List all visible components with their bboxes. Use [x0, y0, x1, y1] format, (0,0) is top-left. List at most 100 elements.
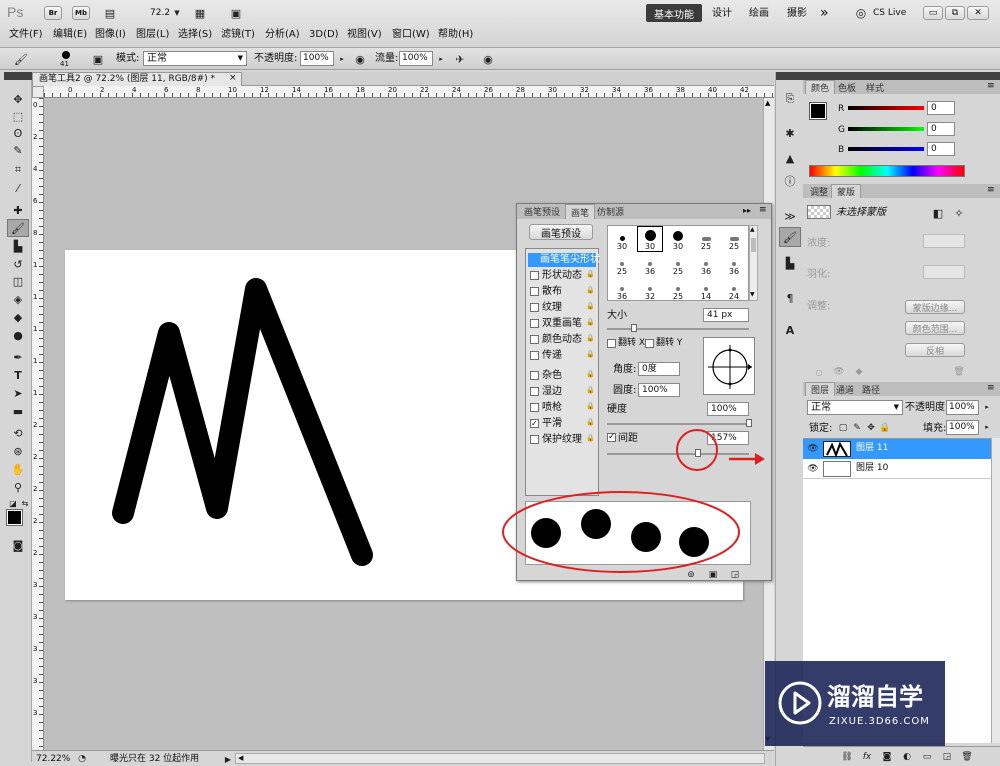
flip-x-checkbox[interactable]: [607, 339, 616, 348]
color-spectrum-bar[interactable]: [809, 165, 965, 177]
density-input[interactable]: [923, 234, 965, 248]
brush-panel-toggle-icon[interactable]: ▣: [90, 51, 106, 67]
brush-option-checkbox[interactable]: [530, 271, 539, 280]
hardness-input[interactable]: 100%: [707, 402, 749, 416]
color-panel-menu-icon[interactable]: ≡: [987, 82, 995, 91]
tab-clone-source[interactable]: 仿制源: [592, 204, 629, 219]
workspace-design[interactable]: 设计: [712, 9, 732, 19]
history-panel-icon[interactable]: ⎘: [782, 91, 798, 107]
info-panel-icon[interactable]: ⓘ: [782, 173, 798, 189]
scroll-up-icon[interactable]: ▲: [765, 100, 770, 107]
move-tool-icon[interactable]: ✥: [10, 91, 26, 107]
brush-tip-cell[interactable]: 36: [610, 277, 634, 301]
status-info-icon[interactable]: ◔: [74, 751, 90, 766]
tablet-pressure-icon[interactable]: ◉: [480, 51, 496, 67]
pixel-mask-icon[interactable]: ◧: [930, 205, 946, 221]
tip-scroll-up-icon[interactable]: ▲: [750, 227, 755, 233]
quick-mask-icon[interactable]: ◙: [10, 537, 26, 553]
brush-tip-cell[interactable]: 25: [666, 252, 690, 276]
fill-slider-icon[interactable]: ▸: [979, 419, 995, 435]
menu-image[interactable]: 图像(I): [95, 30, 126, 40]
tab-adjustments[interactable]: 调整: [805, 184, 833, 198]
3d-rotate-tool-icon[interactable]: ⟲: [10, 425, 26, 441]
brush-option-checkbox[interactable]: [530, 335, 539, 344]
bridge-button[interactable]: Br: [44, 6, 62, 20]
menu-help[interactable]: 帮助(H): [438, 30, 473, 40]
opacity-input[interactable]: 100%: [300, 51, 334, 66]
brush-tip-cell[interactable]: 36: [694, 252, 718, 276]
layer-visibility-icon[interactable]: 👁: [805, 441, 821, 457]
cs-live-icon[interactable]: ◎: [853, 5, 869, 21]
brush-option[interactable]: 形状动态 🔒: [528, 269, 596, 283]
workspace-photography[interactable]: 摄影: [787, 9, 807, 19]
history-brush-tool-icon[interactable]: ↺: [10, 256, 26, 272]
workspace-essentials[interactable]: 基本功能: [646, 4, 702, 22]
workspace-painting[interactable]: 绘画: [749, 9, 769, 19]
layer-visibility-icon[interactable]: 👁: [805, 461, 821, 477]
blend-mode-select[interactable]: 正常 ▼: [807, 400, 903, 415]
brush-tip-cell[interactable]: 30: [637, 226, 663, 252]
paragraph-panel-icon[interactable]: ¶: [782, 290, 798, 306]
spacing-slider-thumb[interactable]: [695, 449, 701, 457]
tip-scroll-thumb[interactable]: [751, 238, 756, 252]
feather-input[interactable]: [923, 265, 965, 279]
shape-tool-icon[interactable]: ▬: [10, 403, 26, 419]
brush-tip-cell[interactable]: 24: [722, 277, 746, 301]
brush-option[interactable]: 传递 🔒: [528, 349, 596, 363]
brush-tip-cell[interactable]: 25: [610, 252, 634, 276]
channel-b-input[interactable]: 0: [927, 142, 955, 156]
brush-option-checkbox[interactable]: [530, 351, 539, 360]
color-range-button[interactable]: 颜色范围...: [905, 321, 965, 335]
brush-option-checkbox[interactable]: ✓: [530, 419, 539, 428]
brush-option-checkbox[interactable]: [530, 371, 539, 380]
status-zoom[interactable]: 72.22%: [36, 755, 70, 764]
channel-b-slider[interactable]: [848, 147, 924, 151]
apply-mask-icon[interactable]: ◆: [851, 364, 867, 380]
brush-tip-cell[interactable]: 36: [722, 252, 746, 276]
channel-r-input[interactable]: 0: [927, 101, 955, 115]
brush-option[interactable]: 散布 🔒: [528, 285, 596, 299]
menu-analysis[interactable]: 分析(A): [265, 30, 300, 40]
brush-panel-icon[interactable]: ≫: [782, 208, 798, 224]
brush-tip-grid[interactable]: 30 30 30 25 25 25 36 25 36 36 36 32 25 14 24: [607, 225, 749, 301]
invert-button[interactable]: 反相: [905, 343, 965, 357]
restore-button[interactable]: ⧉: [945, 6, 965, 20]
tab-color[interactable]: 颜色: [805, 80, 836, 94]
panel-collapse-icon[interactable]: ▸▸: [743, 207, 751, 215]
hardness-slider-track[interactable]: [607, 423, 749, 425]
zoom-level[interactable]: 72.2: [150, 9, 170, 18]
layer-row[interactable]: 👁 图层 10: [803, 459, 991, 479]
menu-filter[interactable]: 滤镜(T): [221, 30, 255, 40]
size-slider-thumb[interactable]: [631, 324, 637, 332]
horizontal-scrollbar[interactable]: ◀: [235, 753, 765, 764]
zoom-dropdown-icon[interactable]: ▼: [169, 5, 185, 21]
tab-brush-presets[interactable]: 画笔预设: [519, 204, 565, 219]
brush-tip-cell[interactable]: 36: [638, 252, 662, 276]
menu-layer[interactable]: 图层(L): [136, 30, 169, 40]
color-fg-swatch[interactable]: [809, 102, 827, 120]
brush-option[interactable]: 喷枪 🔒: [528, 401, 596, 415]
layers-panel-menu-icon[interactable]: ≡: [987, 384, 995, 393]
brush-option[interactable]: 杂色 🔒: [528, 369, 596, 383]
hardness-slider-thumb[interactable]: [746, 419, 752, 427]
new-layer-icon[interactable]: ◲: [939, 749, 955, 765]
zoom-tool-icon[interactable]: ⚲: [10, 479, 26, 495]
close-document-icon[interactable]: ×: [229, 74, 237, 83]
layer-opacity-slider-icon[interactable]: ▸: [979, 399, 995, 415]
crop-tool-icon[interactable]: ⌗: [10, 162, 26, 178]
mode-select[interactable]: 正常 ▼: [143, 51, 247, 66]
arrange-documents-icon[interactable]: ▦: [192, 5, 208, 21]
foreground-color-swatch[interactable]: [6, 509, 23, 526]
brush-tip-cell[interactable]: 25: [694, 227, 718, 251]
brush-option[interactable]: ✓ 平滑 🔒: [528, 417, 596, 431]
fill-input[interactable]: 100%: [946, 420, 979, 435]
airbrush-icon[interactable]: ✈: [452, 51, 468, 67]
brush-picker[interactable]: 41: [56, 49, 80, 69]
tab-swatches[interactable]: 色板: [833, 80, 861, 94]
dodge-tool-icon[interactable]: ●: [10, 327, 26, 343]
brush-footer-toggle-icon[interactable]: ⊚: [683, 567, 699, 583]
menu-view[interactable]: 视图(V): [347, 30, 382, 40]
angle-input[interactable]: 0度: [638, 362, 680, 376]
brush-dock-icon[interactable]: 🖌: [782, 229, 798, 245]
delete-mask-icon[interactable]: 🗑: [951, 364, 967, 380]
